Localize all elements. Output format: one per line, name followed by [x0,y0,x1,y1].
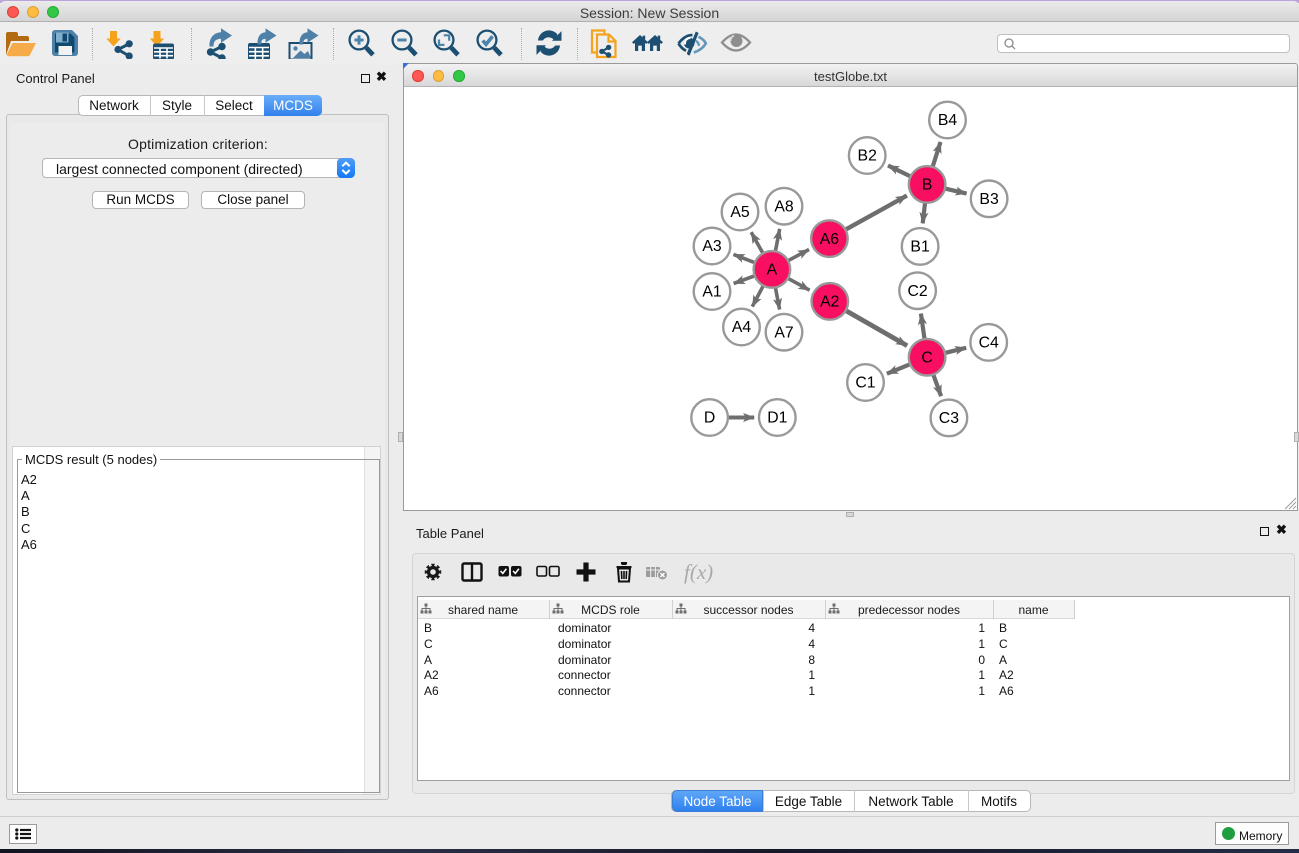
svg-text:C3: C3 [939,410,959,427]
svg-text:B: B [922,177,933,194]
svg-text:C1: C1 [855,375,875,392]
svg-text:C4: C4 [979,335,999,352]
svg-text:C: C [921,349,932,366]
svg-text:A4: A4 [732,319,752,336]
svg-text:A5: A5 [730,204,750,221]
svg-text:A1: A1 [702,284,722,301]
svg-text:C2: C2 [907,283,927,300]
svg-text:A3: A3 [702,238,722,255]
svg-text:B2: B2 [858,148,877,165]
svg-text:A: A [767,262,778,279]
svg-text:D1: D1 [767,410,787,427]
svg-text:B3: B3 [979,191,999,208]
svg-text:A7: A7 [774,324,793,341]
svg-text:A6: A6 [820,231,840,248]
svg-text:B4: B4 [938,112,958,129]
svg-text:B1: B1 [910,239,930,256]
svg-text:A2: A2 [820,294,839,311]
svg-text:D: D [704,410,715,427]
svg-text:A8: A8 [774,198,794,215]
